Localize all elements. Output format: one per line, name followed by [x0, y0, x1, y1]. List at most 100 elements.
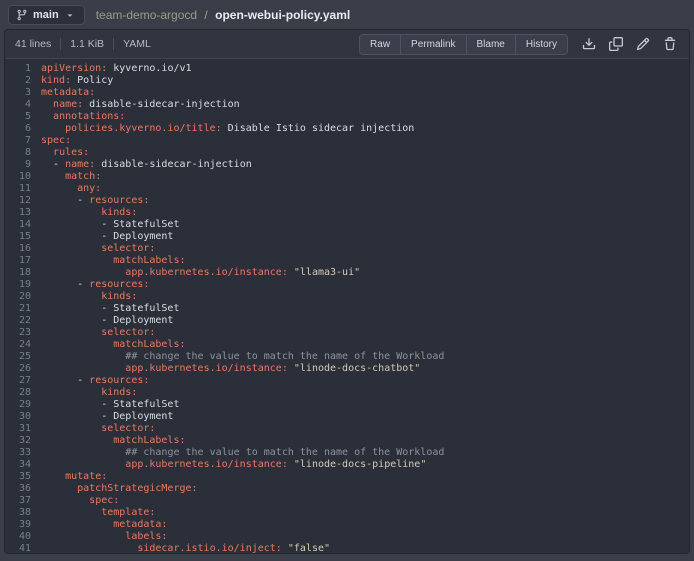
- code-token-key: rules:: [53, 147, 89, 158]
- code-token-plain: Disable Istio sidecar injection: [222, 123, 415, 134]
- line-number[interactable]: 24: [5, 339, 31, 351]
- line-number[interactable]: 13: [5, 207, 31, 219]
- top-bar: main team-demo-argocd / open-webui-polic…: [0, 0, 694, 29]
- line-number[interactable]: 38: [5, 507, 31, 519]
- line-number[interactable]: 31: [5, 423, 31, 435]
- line-number[interactable]: 2: [5, 75, 31, 87]
- line-number[interactable]: 30: [5, 411, 31, 423]
- code-token-plain: [41, 507, 101, 518]
- code-token-key: policies.kyverno.io/title:: [65, 123, 222, 134]
- line-number[interactable]: 41: [5, 543, 31, 554]
- line-number[interactable]: 18: [5, 267, 31, 279]
- line-number[interactable]: 19: [5, 279, 31, 291]
- copy-icon[interactable]: [609, 37, 623, 51]
- line-number[interactable]: 9: [5, 159, 31, 171]
- file-language: YAML: [123, 38, 151, 50]
- code-token-string: "llama3-ui": [294, 267, 360, 278]
- code-line: 20 kinds:: [5, 291, 689, 303]
- line-number[interactable]: 12: [5, 195, 31, 207]
- code-line: 28 kinds:: [5, 387, 689, 399]
- line-number[interactable]: 28: [5, 387, 31, 399]
- line-number[interactable]: 29: [5, 399, 31, 411]
- line-number[interactable]: 20: [5, 291, 31, 303]
- line-number[interactable]: 25: [5, 351, 31, 363]
- code-token-key: resources:: [89, 195, 149, 206]
- code-token-plain: - Deployment: [41, 315, 173, 326]
- line-number[interactable]: 11: [5, 183, 31, 195]
- code-token-key: template:: [101, 507, 155, 518]
- code-token-key: metadata:: [113, 519, 167, 530]
- divider: [60, 38, 61, 50]
- code-token-plain: [41, 531, 125, 542]
- code-token-plain: [41, 255, 113, 266]
- code-token-plain: [41, 435, 113, 446]
- line-number[interactable]: 33: [5, 447, 31, 459]
- line-number[interactable]: 23: [5, 327, 31, 339]
- breadcrumb-separator: /: [204, 8, 207, 22]
- code-token-key: spec:: [41, 135, 71, 146]
- breadcrumb: team-demo-argocd / open-webui-policy.yam…: [96, 8, 351, 22]
- code-token-key: matchLabels:: [113, 435, 185, 446]
- git-branch-icon: [16, 9, 28, 21]
- line-number[interactable]: 7: [5, 135, 31, 147]
- history-button[interactable]: History: [516, 34, 568, 55]
- code-token-key: sidecar.istio.io/inject:: [137, 543, 282, 554]
- code-token-plain: [41, 267, 125, 278]
- delete-icon[interactable]: [663, 37, 677, 51]
- line-number[interactable]: 37: [5, 495, 31, 507]
- code-line: 14 - StatefulSet: [5, 219, 689, 231]
- line-number[interactable]: 6: [5, 123, 31, 135]
- code-token-key: matchLabels:: [113, 255, 185, 266]
- code-token-plain: [41, 351, 125, 362]
- code-token-key: kinds:: [101, 291, 137, 302]
- line-number[interactable]: 21: [5, 303, 31, 315]
- blame-button[interactable]: Blame: [467, 34, 516, 55]
- code-token-plain: [41, 387, 101, 398]
- permalink-button[interactable]: Permalink: [401, 34, 466, 55]
- code-token-key: match:: [65, 171, 101, 182]
- code-token-plain: [41, 543, 137, 554]
- download-icon[interactable]: [582, 37, 596, 51]
- line-number[interactable]: 27: [5, 375, 31, 387]
- code-token-key: patchStrategicMerge:: [77, 483, 197, 494]
- line-number[interactable]: 5: [5, 111, 31, 123]
- code-line: 1apiVersion: kyverno.io/v1: [5, 63, 689, 75]
- line-number[interactable]: 15: [5, 231, 31, 243]
- line-number[interactable]: 14: [5, 219, 31, 231]
- line-number[interactable]: 8: [5, 147, 31, 159]
- line-number[interactable]: 32: [5, 435, 31, 447]
- code-token-comment: ## change the value to match the name of…: [125, 351, 444, 362]
- line-number[interactable]: 26: [5, 363, 31, 375]
- code-token-plain: -: [41, 159, 65, 170]
- line-number[interactable]: 22: [5, 315, 31, 327]
- line-number[interactable]: 39: [5, 519, 31, 531]
- line-number[interactable]: 4: [5, 99, 31, 111]
- code-line: 39 metadata:: [5, 519, 689, 531]
- edit-icon[interactable]: [636, 37, 650, 51]
- code-token-key: name:: [53, 99, 83, 110]
- line-number[interactable]: 10: [5, 171, 31, 183]
- raw-button[interactable]: Raw: [359, 34, 401, 55]
- line-number[interactable]: 17: [5, 255, 31, 267]
- code-token-key: mutate:: [65, 471, 107, 482]
- code-line: 12 - resources:: [5, 195, 689, 207]
- code-token-plain: - StatefulSet: [41, 303, 179, 314]
- branch-selector[interactable]: main: [8, 5, 85, 25]
- code-token-plain: [41, 327, 101, 338]
- line-number[interactable]: 3: [5, 87, 31, 99]
- line-number[interactable]: 1: [5, 63, 31, 75]
- code-line: 15 - Deployment: [5, 231, 689, 243]
- code-line: 25 ## change the value to match the name…: [5, 351, 689, 363]
- line-number[interactable]: 34: [5, 459, 31, 471]
- line-number[interactable]: 35: [5, 471, 31, 483]
- line-number[interactable]: 40: [5, 531, 31, 543]
- breadcrumb-repo-link[interactable]: team-demo-argocd: [96, 8, 197, 22]
- code-lines: 1apiVersion: kyverno.io/v12kind: Policy3…: [5, 59, 689, 554]
- code-token-plain: [41, 207, 101, 218]
- code-token-plain: kyverno.io/v1: [107, 63, 191, 74]
- line-number[interactable]: 16: [5, 243, 31, 255]
- code-line: 17 matchLabels:: [5, 255, 689, 267]
- line-number[interactable]: 36: [5, 483, 31, 495]
- code-token-plain: -: [41, 375, 89, 386]
- code-line: 4 name: disable-sidecar-injection: [5, 99, 689, 111]
